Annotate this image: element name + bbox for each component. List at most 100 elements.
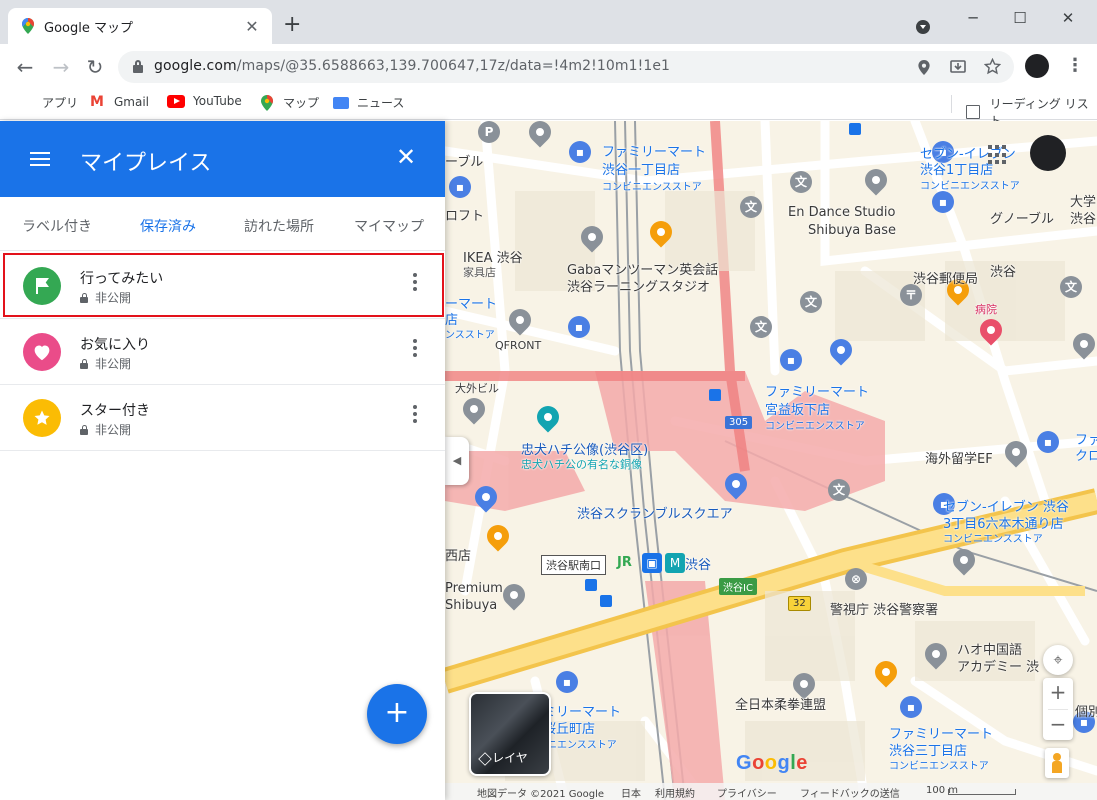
tab-search-icon[interactable] xyxy=(916,20,930,34)
store-icon[interactable]: ▪ xyxy=(568,316,590,338)
map-place-label[interactable]: コンビニエンスストア xyxy=(943,530,1043,545)
school-icon[interactable]: 文 xyxy=(828,479,850,501)
store-icon[interactable]: ▪ xyxy=(1037,431,1059,453)
map-place-label[interactable]: アカデミー 渋 xyxy=(957,656,1039,675)
profile-avatar[interactable] xyxy=(1025,54,1049,78)
my-location-button[interactable]: ⌖ xyxy=(1043,645,1073,675)
bus-stop-icon[interactable] xyxy=(585,579,597,591)
close-icon[interactable]: ✕ xyxy=(394,143,418,171)
map-place-label[interactable]: Premium xyxy=(445,581,503,596)
list-item-favorites[interactable]: お気に入り 非公開 xyxy=(0,319,445,385)
map-place-label[interactable]: 渋谷ラーニングスタジオ xyxy=(567,276,710,295)
more-options-icon[interactable] xyxy=(408,405,422,429)
map-place-label[interactable]: QFRONT xyxy=(495,339,541,352)
lock-icon[interactable] xyxy=(133,60,143,73)
map-place-label[interactable]: 渋谷 xyxy=(990,261,1016,280)
map-place-label[interactable]: 渋谷1丁目店 xyxy=(920,159,993,178)
zoom-in-button[interactable]: + xyxy=(1043,678,1073,709)
store-icon[interactable]: ▪ xyxy=(780,349,802,371)
bus-stop-icon[interactable] xyxy=(849,123,861,135)
post-office-icon[interactable]: 〒 xyxy=(900,284,922,306)
map-place-label[interactable]: ンスストア xyxy=(445,326,495,341)
list-item-starred[interactable]: スター付き 非公開 xyxy=(0,385,445,451)
map-place-label[interactable]: 個別 xyxy=(1075,701,1097,720)
tab-saved[interactable]: 保存済み xyxy=(140,216,196,236)
browser-tab[interactable]: Google マップ ✕ xyxy=(8,8,272,44)
back-button[interactable]: ← xyxy=(12,54,38,80)
bookmark-star-icon[interactable] xyxy=(984,58,1001,75)
map-place-label[interactable]: 家具店 xyxy=(463,264,496,280)
close-window-button[interactable]: ✕ xyxy=(1053,8,1083,28)
scale-bar[interactable] xyxy=(948,789,1016,795)
map-place-label[interactable]: Shibuya Base xyxy=(808,223,896,238)
tab-labeled[interactable]: ラベル付き xyxy=(22,216,92,236)
map-place-label[interactable]: 警視庁 渋谷警察署 xyxy=(830,599,938,618)
map-place-label[interactable]: クロ xyxy=(1075,445,1097,464)
tab-my-maps[interactable]: マイマップ xyxy=(354,216,424,236)
map-place-label[interactable]: ファミリーマート xyxy=(602,141,706,160)
parking-icon[interactable]: P xyxy=(478,121,500,143)
police-icon[interactable]: ⊗ xyxy=(845,568,867,590)
map-place-label[interactable]: コンビニエンスストア xyxy=(765,417,865,432)
account-avatar[interactable] xyxy=(1030,135,1066,171)
map-place-label[interactable]: 渋谷 xyxy=(685,554,711,573)
map-place-label[interactable]: グノーブル xyxy=(990,208,1054,227)
map-place-label[interactable]: 西店 xyxy=(445,545,471,564)
bus-stop-icon[interactable] xyxy=(709,389,721,401)
url-text[interactable]: google.com/maps/@35.6588663,139.700647,1… xyxy=(154,58,670,74)
collapse-panel-button[interactable]: ◀ xyxy=(445,437,469,485)
map-place-label[interactable]: 全日本柔拳連盟 xyxy=(735,694,826,713)
school-icon[interactable]: 文 xyxy=(1060,276,1082,298)
map-place-label[interactable]: コンビニエンスストア xyxy=(889,757,989,772)
school-icon[interactable]: 文 xyxy=(740,196,762,218)
location-icon[interactable] xyxy=(918,60,930,75)
map-place-label[interactable]: ーブル xyxy=(445,151,483,170)
map-place-label[interactable]: ロフト xyxy=(445,205,484,224)
layers-button[interactable]: レイヤ xyxy=(469,692,551,776)
install-app-icon[interactable] xyxy=(950,59,966,75)
street-view-pegman-icon[interactable] xyxy=(1045,748,1069,778)
region-link[interactable]: 日本 xyxy=(621,785,641,800)
new-list-button[interactable]: + xyxy=(367,684,427,744)
address-bar[interactable]: google.com/maps/@35.6588663,139.700647,1… xyxy=(118,51,1014,83)
bookmark-youtube[interactable]: YouTube xyxy=(167,94,242,108)
privacy-link[interactable]: プライバシー xyxy=(717,785,777,800)
jr-logo-icon[interactable]: JR xyxy=(617,555,632,570)
reload-button[interactable]: ↻ xyxy=(82,54,108,80)
map-place-label[interactable]: En Dance Studio xyxy=(788,205,896,220)
school-icon[interactable]: 文 xyxy=(790,171,812,193)
more-options-icon[interactable] xyxy=(408,339,422,363)
maximize-button[interactable]: ☐ xyxy=(1005,8,1035,28)
map-place-label[interactable]: 病院 xyxy=(975,301,997,317)
bookmark-news[interactable]: ニュース xyxy=(333,94,404,111)
store-icon[interactable]: ▪ xyxy=(932,191,954,213)
school-icon[interactable]: 文 xyxy=(800,291,822,313)
store-icon[interactable]: ▪ xyxy=(449,176,471,198)
map-place-label[interactable]: 海外留学EF xyxy=(925,448,993,467)
map-place-label[interactable]: コンビニエンスストア xyxy=(602,178,702,193)
terms-link[interactable]: 利用規約 xyxy=(655,785,695,800)
map-place-label[interactable]: 大外ビル xyxy=(455,380,499,396)
chrome-menu-icon[interactable]: ⋮ xyxy=(1066,55,1084,76)
store-icon[interactable]: ▪ xyxy=(569,141,591,163)
train-station-icon[interactable]: ▣ xyxy=(642,553,662,573)
map-place-label[interactable]: 渋谷 xyxy=(1070,208,1096,227)
bus-stop-icon[interactable] xyxy=(600,595,612,607)
map-place-label[interactable]: コンビニエンスストア xyxy=(920,177,1020,192)
store-icon[interactable]: ▪ xyxy=(556,671,578,693)
new-tab-button[interactable]: + xyxy=(283,14,301,36)
bookmark-gmail[interactable]: M Gmail xyxy=(90,94,149,110)
school-icon[interactable]: 文 xyxy=(750,316,772,338)
minimize-button[interactable]: ─ xyxy=(958,8,988,28)
map-place-label[interactable]: ファミリーマート xyxy=(765,381,869,400)
bookmark-apps[interactable]: アプリ xyxy=(18,94,78,111)
metro-station-icon[interactable]: M xyxy=(665,553,685,573)
map-place-label[interactable]: 忠犬ハチ公の有名な銅像 xyxy=(521,456,642,472)
map-place-label[interactable]: Shibuya xyxy=(445,598,497,613)
store-icon[interactable]: ▪ xyxy=(900,696,922,718)
tab-close-icon[interactable]: ✕ xyxy=(242,17,262,36)
forward-button[interactable]: → xyxy=(48,54,74,80)
station-exit-label[interactable]: 渋谷駅南口 xyxy=(541,555,606,575)
tab-visited[interactable]: 訪れた場所 xyxy=(244,216,314,236)
google-apps-icon[interactable] xyxy=(988,145,1008,165)
